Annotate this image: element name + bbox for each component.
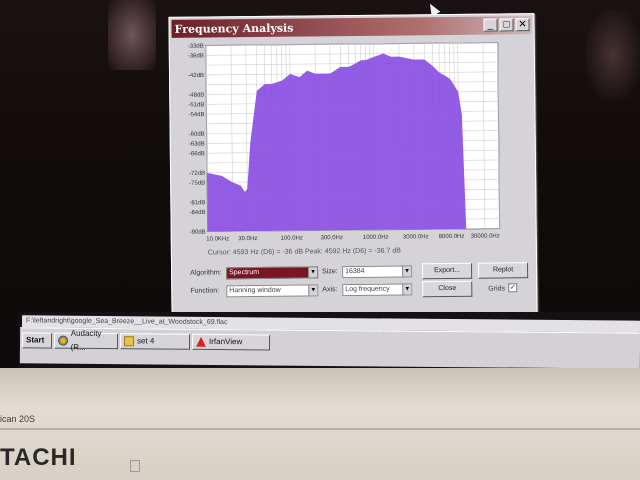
grids-checkbox[interactable]: ✓: [508, 283, 518, 293]
export-button[interactable]: Export...: [422, 262, 473, 280]
taskbar-item-audacity[interactable]: Audacity (R...: [53, 329, 119, 352]
y-tick-label: -72dB: [189, 171, 205, 177]
taskbar-item-irfanview[interactable]: IrfanView: [191, 333, 271, 351]
screen-glare-right: [586, 10, 640, 100]
x-tick-label: 30.0Hz: [238, 236, 257, 242]
x-tick-label: 30000.0Hz: [471, 233, 500, 239]
chevron-down-icon: ▼: [308, 285, 318, 296]
size-select[interactable]: 16384 ▼: [342, 265, 413, 279]
y-tick-label: -84dB: [189, 210, 205, 216]
spectrum-chart-svg: -33dB -36dB -42dB -48dB -51dB -54dB -60dB -63dB…: [188, 41, 501, 243]
size-value: 16384: [345, 267, 365, 276]
window-title: Frequency Analysis: [174, 21, 294, 36]
screen-glare: [108, 0, 156, 70]
size-label: Size:: [322, 268, 338, 276]
x-tick-label: 100.0Hz: [281, 236, 303, 242]
taskbar-item-set4[interactable]: set 4: [119, 333, 191, 350]
chevron-down-icon: ▼: [402, 266, 412, 277]
y-tick-label: -75dB: [189, 181, 205, 187]
algorithm-select[interactable]: Spectrum ▼: [226, 266, 319, 280]
start-label: Start: [26, 335, 45, 345]
close-button[interactable]: Close: [422, 280, 473, 298]
x-tick-label: 10.0KHz: [206, 236, 229, 242]
frequency-analysis-window: Frequency Analysis _ □ ✕ -33dB -36dB -42dB…: [168, 13, 538, 320]
x-tick-label: 8000.0Hz: [439, 234, 465, 240]
replot-button[interactable]: Replot: [478, 262, 529, 279]
y-tick-label: -60dB: [189, 132, 205, 138]
folder-icon: [124, 336, 135, 347]
y-tick-label: -42dB: [188, 73, 204, 79]
irfanview-icon: [196, 337, 206, 347]
chevron-down-icon: ▼: [308, 267, 318, 278]
window-titlebar[interactable]: Frequency Analysis _ □ ✕: [171, 16, 532, 38]
y-tick-label: -51dB: [188, 102, 204, 108]
y-tick-label: -33dB: [188, 44, 204, 50]
monitor-button: [130, 460, 140, 472]
taskbar: Start Audacity (R... set 4 IrfanView: [19, 327, 640, 369]
axis-select[interactable]: Log frequency ▼: [342, 283, 413, 297]
minimize-button[interactable]: _: [483, 18, 498, 32]
monitor-model-label: ican 20S: [0, 414, 36, 424]
function-value: Hanning window: [229, 286, 281, 295]
taskbar-item-label: Audacity (R...: [70, 328, 102, 352]
x-tick-label: 300.0Hz: [321, 235, 343, 241]
algorithm-value: Spectrum: [229, 268, 260, 277]
y-tick-label: -81dB: [189, 200, 205, 206]
grids-label: Grids: [488, 285, 506, 293]
y-tick-label: -90dB: [190, 230, 206, 236]
audacity-icon: [58, 335, 68, 346]
bezel-divider: [0, 428, 640, 430]
function-label: Function:: [190, 287, 220, 295]
function-select[interactable]: Hanning window ▼: [226, 284, 319, 298]
chevron-down-icon: ▼: [402, 284, 412, 295]
maximize-button[interactable]: □: [499, 18, 514, 32]
spectrum-plot[interactable]: -33dB -36dB -42dB -48dB -51dB -54dB -60dB -63dB…: [173, 38, 534, 250]
start-button[interactable]: Start: [21, 332, 53, 349]
monitor-brand-logo: TACHI: [0, 444, 77, 471]
y-tick-label: -54dB: [188, 112, 204, 118]
axis-label: Axis:: [322, 286, 338, 294]
y-tick-label: -48dB: [188, 93, 204, 99]
x-tick-label: 3000.0Hz: [403, 234, 429, 240]
axis-value: Log frequency: [345, 285, 390, 294]
y-tick-label: -63dB: [189, 141, 205, 147]
y-tick-label: -66dB: [189, 151, 205, 157]
taskbar-item-label: set 4: [137, 336, 155, 346]
window-controls: _ □ ✕: [483, 18, 530, 32]
x-tick-label: 1000.0Hz: [363, 235, 389, 241]
taskbar-item-label: IrfanView: [209, 336, 243, 347]
monitor-bezel: [0, 368, 640, 480]
close-window-button[interactable]: ✕: [515, 18, 530, 32]
cursor-peak-readout: Cursor: 4593 Hz (D6) = -36 dB Peak: 4592…: [207, 247, 401, 257]
algorithm-label: Algorithm:: [190, 269, 222, 277]
y-tick-label: -36dB: [188, 53, 204, 59]
